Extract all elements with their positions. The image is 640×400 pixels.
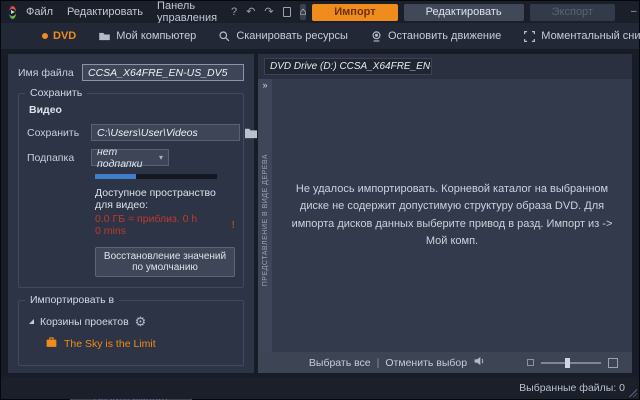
project-bins-node[interactable]: Корзины проектов ⚙ [29,315,235,328]
tab-dvd[interactable]: DVD [31,23,87,49]
app-logo-icon [9,6,16,19]
browser-body: » ПРЕДСТАВЛЕНИЕ В ВИДЕ ДЕРЕВА Не удалось… [258,79,632,352]
menu-control-panel[interactable]: Панель управления [157,0,217,24]
redo-icon[interactable]: ↷ [264,7,273,18]
selection-controls: Выбрать все | Отменить выбор [309,355,486,370]
chevron-down-icon: ▾ [159,153,163,162]
link-separator: | [377,357,380,369]
drive-value: DVD Drive (D:) CCSA_X64FRE_EN-US_ [270,61,432,72]
disk-space-progress-fill [95,174,136,179]
browse-folder-icon[interactable] [244,125,258,141]
selected-files-count: Выбранные файлы: 0 [519,382,625,394]
bin-icon [45,336,58,351]
minimize-button[interactable]: – [631,7,637,17]
edit-mode-button[interactable]: Редактировать [404,4,524,21]
restore-defaults-button[interactable]: Восстановление значений по умолчанию [95,247,235,277]
tree-view-label: ПРЕДСТАВЛЕНИЕ В ВИДЕ ДЕРЕВА [262,154,269,286]
tab-scan-assets-label: Сканировать ресурсы [236,30,348,42]
speaker-icon[interactable] [473,355,486,370]
save-path-label: Сохранить [27,127,91,139]
disk-space-progressbar [95,174,217,179]
subfolder-dropdown[interactable]: нет подпапки ▾ [91,149,169,166]
project-bins-label: Корзины проектов [40,316,129,328]
warning-icon: ! [232,219,236,231]
tab-my-computer-label: Мой компьютер [116,30,196,42]
app-window: Файл Редактировать Панель управления ? ↶… [0,0,640,400]
zoom-in-icon[interactable] [608,358,618,368]
select-all-link[interactable]: Выбрать все [309,357,371,369]
main-content: Имя файла Сохранить Видео Сохранить Подп… [1,49,639,377]
tab-scan-assets[interactable]: Сканировать ресурсы [207,23,359,49]
import-mode-button[interactable]: Импорт [312,4,397,21]
save-legend: Сохранить [25,87,87,99]
export-mode-button[interactable]: Экспорт [530,4,615,21]
menu-file[interactable]: Файл [26,6,53,18]
menu-edit[interactable]: Редактировать [67,6,143,18]
import-to-groupbox: Импортировать в Корзины проектов ⚙ The S… [18,300,244,366]
media-preview-area: Не удалось импортировать. Корневой катал… [272,79,632,352]
tab-stop-motion[interactable]: Остановить движение [359,23,512,49]
zoom-slider-thumb[interactable] [565,358,570,368]
filename-row: Имя файла [18,64,244,81]
tab-snapshot-label: Моментальный снимок [541,30,640,42]
space-available-label: Доступное пространство для видео: [95,187,235,211]
subfolder-label: Подпапка [27,152,91,164]
import-to-legend: Импортировать в [25,294,119,306]
subfolder-row: Подпапка нет подпапки ▾ [27,149,235,166]
folder-icon [98,30,111,43]
tab-my-computer[interactable]: Мой компьютер [87,23,207,49]
space-value: 0.0 ГБ = приблиз. 0 h 0 mins [95,213,198,237]
save-groupbox: Сохранить Видео Сохранить Подпапка нет п… [18,93,244,288]
import-source-tabbar: DVD Мой компьютер Сканировать ресурсы Ос… [1,23,639,49]
media-browser-panel: DVD Drive (D:) CCSA_X64FRE_EN-US_ ▾ » ПР… [258,54,632,373]
bin-name: The Sky is the Limit [64,338,156,350]
tab-snapshot[interactable]: Моментальный снимок [512,23,640,49]
search-icon [218,30,231,43]
import-error-message: Не удалось импортировать. Корневой катал… [290,181,614,249]
tree-view-strip[interactable]: » ПРЕДСТАВЛЕНИЕ В ВИДЕ ДЕРЕВА [258,79,272,352]
filename-label: Имя файла [18,67,82,79]
frame-brackets-icon [523,30,536,43]
subfolder-value: нет подпапки [97,146,159,170]
webcam-icon [370,30,383,43]
deselect-all-link[interactable]: Отменить выбор [385,357,467,369]
dvd-disc-icon [42,33,48,39]
drive-header: DVD Drive (D:) CCSA_X64FRE_EN-US_ ▾ [258,54,632,79]
project-bin-item[interactable]: The Sky is the Limit [45,336,235,351]
gear-icon[interactable]: ⚙ [135,315,147,328]
space-value-row: 0.0 ГБ = приблиз. 0 h 0 mins ! [95,213,235,237]
undo-icon[interactable]: ↶ [246,7,255,18]
tab-dvd-label: DVD [53,30,76,42]
browser-footer: Выбрать все | Отменить выбор [258,352,632,373]
tab-stop-motion-label: Остановить движение [388,30,501,42]
drive-dropdown[interactable]: DVD Drive (D:) CCSA_X64FRE_EN-US_ ▾ [264,58,432,75]
document-icon[interactable] [283,6,291,19]
resize-grip[interactable] [628,388,637,397]
space-info: Доступное пространство для видео: 0.0 ГБ… [95,174,235,277]
save-path-input[interactable] [91,124,240,141]
thumbnail-zoom-control [527,358,618,368]
filename-input[interactable] [82,64,244,81]
statusbar: Выбранные файлы: 0 [1,377,639,399]
tree-expand-icon[interactable] [29,319,34,324]
titlebar: Файл Редактировать Панель управления ? ↶… [1,1,639,23]
expand-tree-icon[interactable]: » [262,81,267,90]
import-settings-panel: Имя файла Сохранить Видео Сохранить Подп… [8,54,254,373]
home-button[interactable]: ⌂ [300,4,307,20]
video-section-label: Видео [29,104,235,116]
zoom-out-icon[interactable] [527,359,534,366]
save-path-row: Сохранить [27,124,235,141]
zoom-slider[interactable] [541,362,601,364]
help-icon[interactable]: ? [231,7,237,18]
